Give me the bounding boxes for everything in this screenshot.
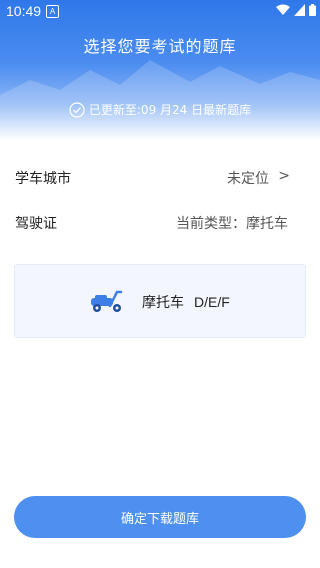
license-row[interactable]: 驾驶证 当前类型：摩托车 — [0, 202, 320, 242]
update-status: 已更新至:09 月24 日最新题库 — [0, 101, 320, 118]
wifi-icon — [276, 4, 290, 15]
battery-icon — [309, 4, 316, 16]
vehicle-type-card[interactable]: 摩托车 D/E/F — [14, 264, 306, 338]
city-row[interactable]: 学车城市 未定位 > — [0, 157, 320, 197]
chevron-right-icon: > — [278, 168, 290, 184]
vehicle-classes: D/E/F — [194, 294, 230, 310]
download-question-bank-button[interactable]: 确定下载题库 — [14, 496, 306, 538]
license-value: 当前类型：摩托车 — [176, 216, 288, 232]
page-title: 选择您要考试的题库 — [83, 37, 237, 56]
vehicle-type-label: 摩托车 D/E/F — [142, 292, 230, 312]
scooter-icon — [91, 290, 123, 312]
city-value: 未定位 — [227, 171, 269, 187]
status-bar: 10:49 A — [0, 0, 320, 24]
signal-icon — [294, 4, 305, 16]
check-circle-icon — [69, 101, 85, 118]
license-label: 驾驶证 — [15, 216, 57, 232]
notification-a-icon: A — [46, 5, 59, 18]
status-icons — [276, 4, 316, 16]
vehicle-name: 摩托车 — [142, 295, 184, 311]
update-text: 已更新至:09 月24 日最新题库 — [88, 103, 252, 117]
status-time: 10:49 — [6, 3, 42, 19]
city-label: 学车城市 — [15, 171, 71, 187]
